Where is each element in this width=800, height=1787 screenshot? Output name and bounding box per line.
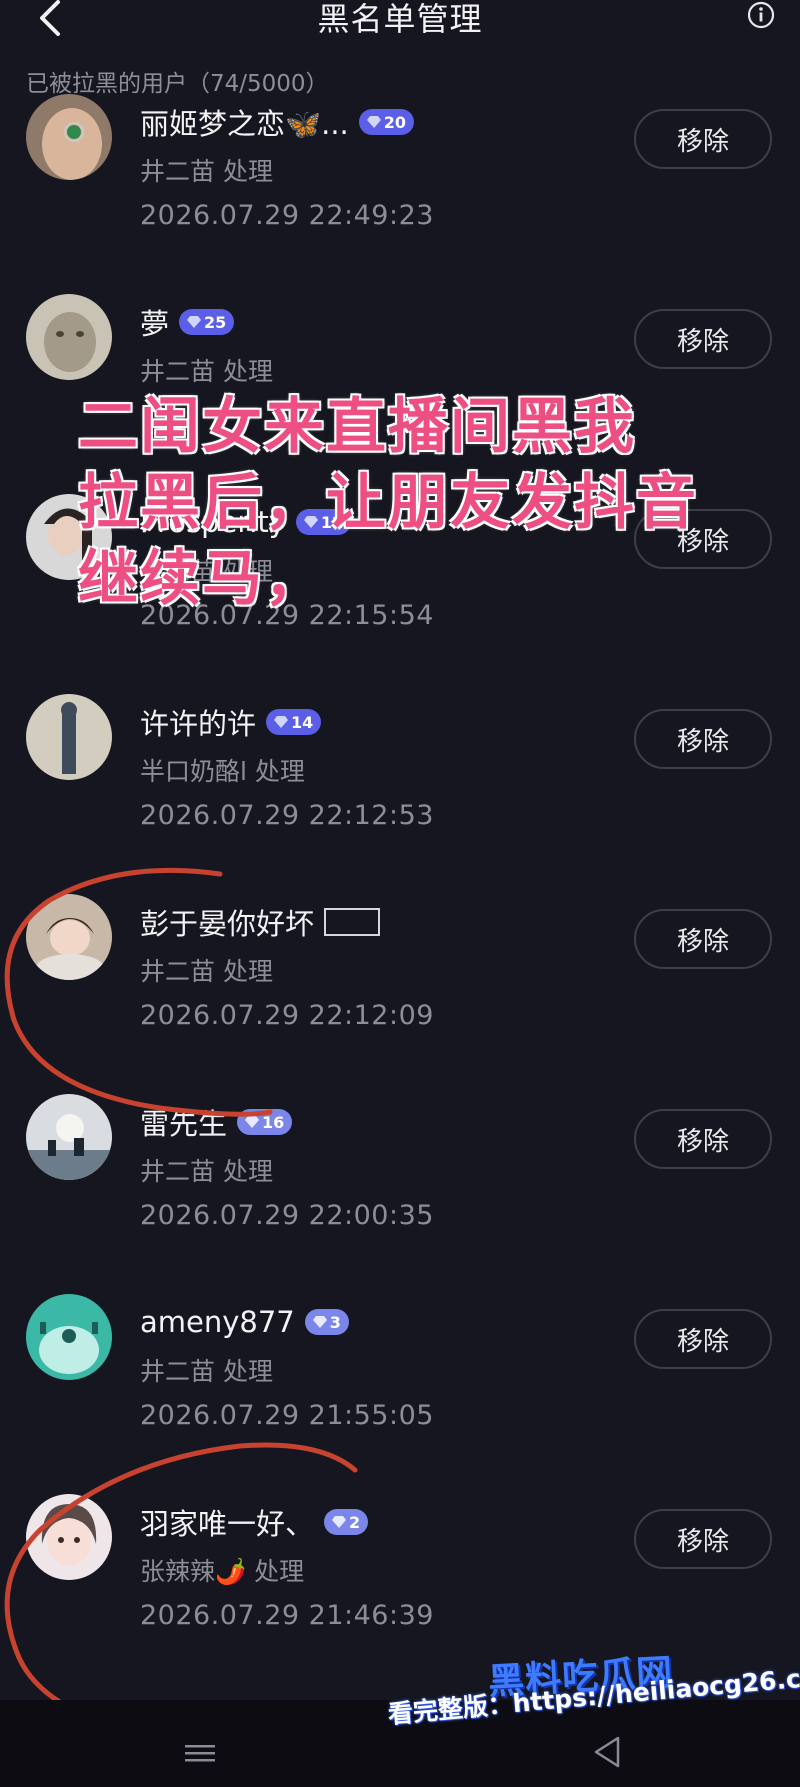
user-name: 彭于晏你好坏: [140, 907, 315, 941]
blocked-time: 2026.07.29 22:49:23: [140, 200, 434, 231]
fan-level-badge: 25: [179, 309, 235, 335]
gem-icon: [312, 1316, 327, 1328]
fan-level-badge: 2: [324, 1509, 369, 1535]
fan-level-badge: 16: [237, 1109, 293, 1135]
blocked-time: 2026.07.29 21:55:05: [140, 1400, 434, 1431]
gem-icon: [274, 716, 289, 728]
list-item: 丽姬梦之恋🦋... 20 井二苗 处理 2026.07.29 22:49:23 …: [0, 94, 800, 294]
user-name: 许许的许: [140, 707, 257, 741]
info-icon[interactable]: [746, 0, 776, 30]
blocked-time: 2026.07.29 21:46:39: [140, 1600, 434, 1631]
avatar[interactable]: [26, 94, 112, 180]
list-item: 羽家唯一好、 2 张辣辣🌶️ 处理 2026.07.29 21:46:39 移除: [0, 1494, 800, 1694]
handler-label: 井二苗 处理: [140, 157, 273, 186]
handler-label: 半口奶酪ⅼ 处理: [140, 757, 305, 786]
list-item: 雷先生 16 井二苗 处理 2026.07.29 22:00:35 移除: [0, 1094, 800, 1294]
avatar[interactable]: [26, 1294, 112, 1380]
overlay-caption-line-3: 继续马，: [78, 544, 326, 614]
handler-label: 井二苗 处理: [140, 1357, 273, 1386]
list-item: ameny877 3 井二苗 处理 2026.07.29 21:55:05 移除: [0, 1294, 800, 1494]
handler-label: 井二苗 处理: [140, 957, 273, 986]
remove-button[interactable]: 移除: [634, 309, 772, 369]
user-name: 雷先生: [140, 1107, 228, 1141]
remove-button[interactable]: 移除: [634, 709, 772, 769]
menu-icon[interactable]: [185, 1743, 215, 1763]
avatar[interactable]: [26, 694, 112, 780]
gem-icon: [366, 116, 381, 128]
page-title: 黑名单管理: [317, 0, 483, 38]
avatar[interactable]: [26, 1494, 112, 1580]
user-name: ameny877: [140, 1305, 295, 1339]
user-name: 羽家唯一好、: [140, 1507, 315, 1541]
user-name: 夢: [140, 307, 170, 341]
avatar[interactable]: [26, 294, 112, 380]
handler-label: 井二苗 处理: [140, 1157, 273, 1186]
gem-icon: [187, 316, 202, 328]
fan-level-badge: 3: [304, 1309, 349, 1335]
gem-icon: [332, 1516, 347, 1528]
remove-button[interactable]: 移除: [634, 1309, 772, 1369]
blocked-time: 2026.07.29 22:12:09: [140, 1000, 434, 1031]
remove-button[interactable]: 移除: [634, 1109, 772, 1169]
triangle-back-icon[interactable]: [592, 1735, 622, 1769]
blocked-count-label: 已被拉黑的用户（74/5000）: [26, 71, 329, 97]
handler-label: 张辣辣🌶️ 处理: [140, 1557, 305, 1586]
remove-button[interactable]: 移除: [634, 909, 772, 969]
fan-level-badge: 20: [358, 109, 415, 135]
list-item: 彭于晏你好坏 井二苗 处理 2026.07.29 22:12:09 移除: [0, 894, 800, 1094]
remove-button[interactable]: 移除: [634, 1509, 772, 1569]
overlay-caption-line-1: 二闺女来直播间黑我: [78, 392, 636, 462]
user-name: 丽姬梦之恋🦋...: [140, 107, 349, 141]
remove-button[interactable]: 移除: [634, 109, 772, 169]
gem-icon: [245, 1116, 260, 1128]
avatar[interactable]: [26, 894, 112, 980]
blank-badge: [324, 908, 381, 936]
top-bar: 黑名单管理: [0, 0, 800, 60]
list-item: 许许的许 14 半口奶酪ⅼ 处理 2026.07.29 22:12:53 移除: [0, 694, 800, 894]
avatar[interactable]: [26, 1094, 112, 1180]
blocked-time: 2026.07.29 22:12:53: [140, 800, 434, 831]
overlay-caption-line-2: 拉黑后，让朋友发抖音: [78, 468, 698, 538]
fan-level-badge: 14: [266, 709, 322, 735]
blocked-time: 2026.07.29 22:00:35: [140, 1200, 434, 1231]
